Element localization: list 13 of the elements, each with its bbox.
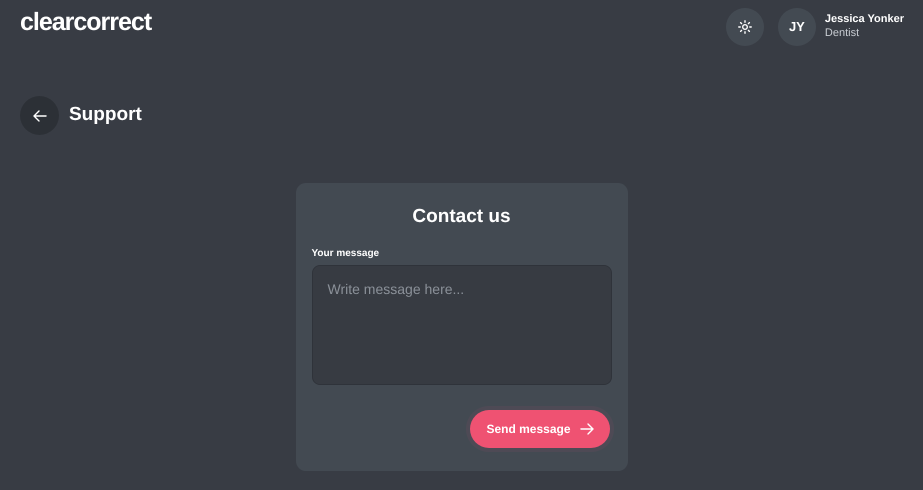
message-field[interactable]: Write message here...: [312, 265, 612, 385]
card-title: Contact us: [411, 207, 512, 226]
user-role: Dentist: [824, 26, 860, 40]
sun-icon: [738, 20, 752, 34]
logo: clearcorrect: [20, 10, 152, 35]
user-name: Jessica Yonker: [824, 12, 904, 26]
back-arrow-icon: [32, 110, 46, 122]
field-label: Your message: [312, 247, 380, 261]
arrow-right-icon: [580, 423, 594, 435]
theme-toggle-button[interactable]: [726, 8, 764, 46]
user-avatar[interactable]: JY: [778, 8, 816, 46]
page-title: Support: [69, 103, 142, 128]
back-button[interactable]: [20, 96, 59, 135]
